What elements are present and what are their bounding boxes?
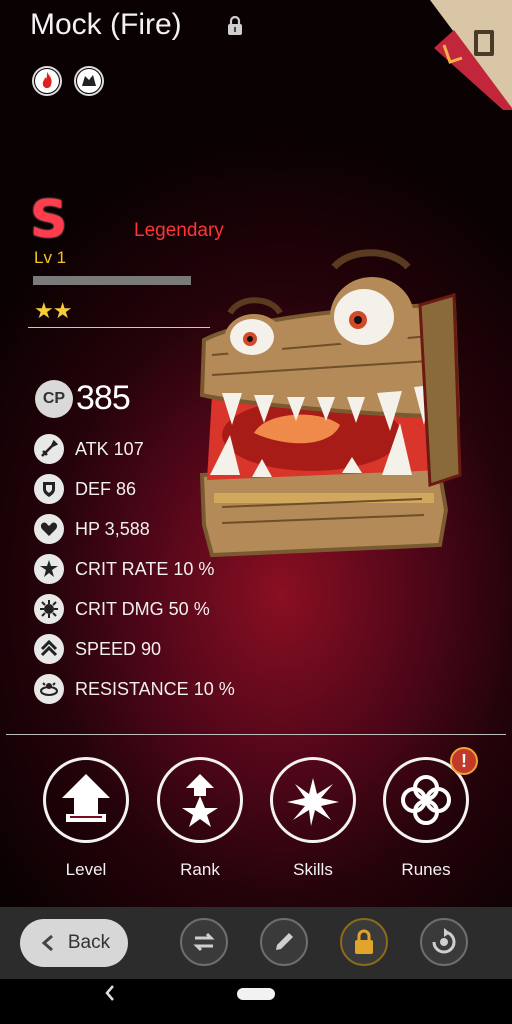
- system-back-icon[interactable]: [102, 983, 118, 1003]
- lock-icon[interactable]: [226, 16, 244, 36]
- cp-badge: CP: [35, 380, 73, 418]
- mock-monster-image: [199, 249, 462, 558]
- swap-button[interactable]: [180, 918, 228, 966]
- star-rating: ★★: [34, 298, 72, 323]
- runes-label: Runes: [401, 860, 451, 879]
- cp-value: 385: [76, 379, 131, 417]
- pencil-icon: [276, 933, 293, 950]
- monster-name-title: Mock (Fire): [30, 8, 182, 41]
- stat-label: SPEED 90: [75, 638, 162, 659]
- stat-label: ATK 107: [75, 438, 144, 459]
- heart-icon: [34, 514, 64, 544]
- sword-icon: [34, 434, 64, 464]
- back-label: Back: [67, 932, 111, 953]
- runes-button[interactable]: Runes: [378, 757, 474, 880]
- evolve-button[interactable]: [420, 918, 468, 966]
- crit-rate-icon: [34, 554, 64, 584]
- skills-button[interactable]: Skills: [265, 757, 361, 880]
- skills-label: Skills: [293, 860, 333, 879]
- codex-book-corner[interactable]: [412, 0, 512, 110]
- lock-icon: [355, 929, 373, 954]
- crit-dmg-icon: [34, 594, 64, 624]
- level-up-icon[interactable]: [43, 757, 129, 843]
- fire-element-icon: [32, 66, 62, 96]
- level-label: Level: [65, 860, 107, 879]
- recycle-icon: [432, 928, 456, 954]
- shield-icon: [34, 474, 64, 504]
- stat-speed: SPEED 90: [34, 633, 294, 665]
- rank-button[interactable]: Rank: [152, 757, 248, 880]
- rank-up-icon[interactable]: [157, 757, 243, 843]
- alert-badge: !: [450, 747, 478, 775]
- system-nav-bar: [0, 979, 512, 1024]
- monster-type-icon: [74, 66, 104, 96]
- rank-label: Rank: [180, 860, 220, 879]
- resistance-icon: [34, 674, 64, 704]
- stat-resistance: RESISTANCE 10 %: [34, 673, 294, 705]
- back-button[interactable]: Back: [20, 919, 128, 967]
- level-button[interactable]: Level: [38, 757, 134, 880]
- skills-icon[interactable]: [270, 757, 356, 843]
- swap-icon: [193, 932, 215, 952]
- divider: [6, 734, 506, 735]
- stat-crit-dmg: CRIT DMG 50 %: [34, 593, 294, 625]
- home-pill[interactable]: [237, 988, 275, 1000]
- xp-progress-bar: [33, 276, 191, 285]
- lock-button[interactable]: [340, 918, 388, 966]
- stat-label: DEF 86: [75, 478, 137, 499]
- rename-button[interactable]: [260, 918, 308, 966]
- stat-label: RESISTANCE 10 %: [75, 678, 235, 699]
- chevron-left-icon: [41, 934, 53, 952]
- stat-label: CRIT DMG 50 %: [75, 598, 210, 619]
- stat-label: HP 3,588: [75, 518, 150, 539]
- speed-icon: [34, 634, 64, 664]
- level-label: Lv 1: [34, 248, 67, 267]
- rarity-label: Legendary: [134, 220, 224, 241]
- divider: [28, 327, 210, 328]
- grade-letter: S: [30, 190, 68, 250]
